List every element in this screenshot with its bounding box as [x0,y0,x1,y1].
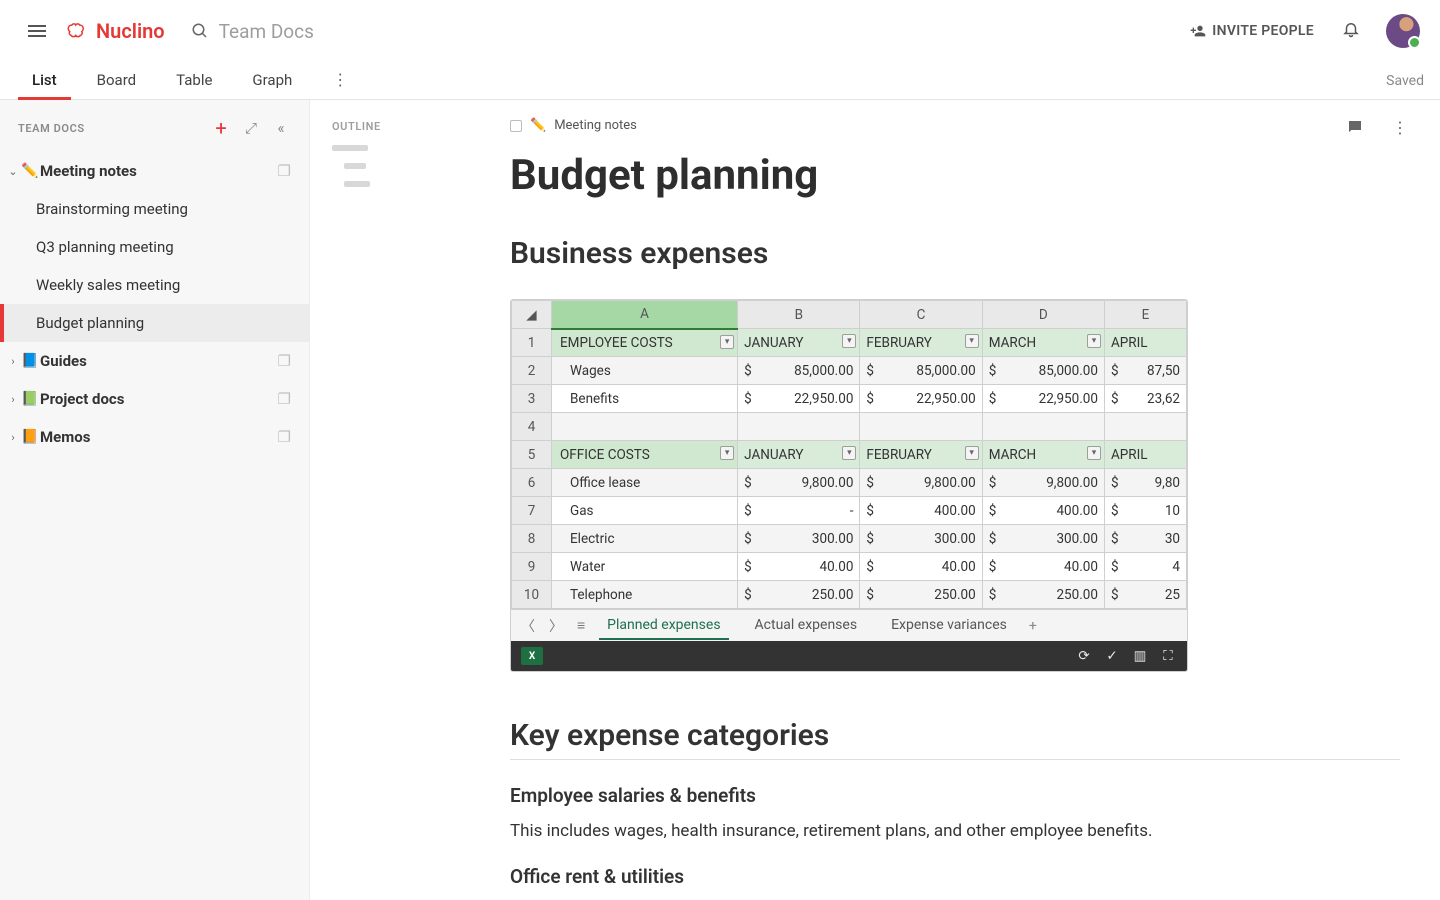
view-tab-list[interactable]: List [26,71,63,99]
copy-icon[interactable]: ❐ [278,428,291,446]
section-key-categories: Key expense categories [510,718,1400,760]
sheet-layout-button[interactable]: ▥ [1131,647,1149,665]
user-avatar[interactable] [1386,14,1420,48]
page-title: Budget planning [510,151,1400,200]
save-status: Saved [1386,73,1424,99]
search[interactable]: Team Docs [191,20,314,43]
body-salaries: This includes wages, health insurance, r… [510,821,1400,841]
sheet-add-tab-button[interactable]: + [1029,618,1037,634]
sheet-save-button[interactable]: ✓ [1103,647,1121,665]
copy-icon[interactable]: ❐ [278,352,291,370]
brain-icon [66,22,90,40]
sheet-tab-expense-variances[interactable]: Expense variances [883,612,1015,640]
sidebar-title: TEAM DOCS [18,122,85,135]
filter-icon[interactable]: ▾ [1087,446,1101,460]
section-business-expenses: Business expenses [510,236,1400,271]
comment-icon [1346,118,1364,136]
col-A[interactable]: A [552,301,738,329]
checkbox-icon [510,120,522,132]
sidebar-item-project-docs[interactable]: ›📗Project docs❐ [0,380,309,418]
expand-button[interactable]: ⤢ [241,119,261,137]
filter-icon[interactable]: ▾ [965,334,979,348]
document-content: ⋮ ✏️ Meeting notes Budget planning Busin… [420,100,1440,900]
person-add-icon [1190,23,1206,39]
app-logo[interactable]: Nuclino [66,19,165,43]
outline-panel: OUTLINE [310,100,420,900]
sheet-tab-actual-expenses[interactable]: Actual expenses [747,612,866,640]
comments-button[interactable] [1346,118,1364,140]
breadcrumb-emoji: ✏️ [530,118,546,133]
bell-icon [1342,20,1360,38]
subsection-rent: Office rent & utilities [510,865,1400,888]
search-placeholder: Team Docs [219,20,314,43]
sheet-refresh-button[interactable]: ⟳ [1075,647,1093,665]
sheet-fullscreen-button[interactable]: ⛶ [1159,647,1177,665]
view-tab-table[interactable]: Table [170,71,218,99]
col-E[interactable]: E [1104,301,1186,329]
sidebar-child-weekly-sales-meeting[interactable]: Weekly sales meeting [0,266,309,304]
col-D[interactable]: D [982,301,1104,329]
view-tab-graph[interactable]: Graph [246,71,298,99]
copy-icon[interactable]: ❐ [278,390,291,408]
sheet-next-button[interactable]: 〉 [549,616,563,636]
col-C[interactable]: C [860,301,982,329]
copy-icon[interactable]: ❐ [278,162,291,180]
breadcrumb[interactable]: ✏️ Meeting notes [510,118,1400,133]
view-more-button[interactable]: ⋮ [326,70,354,99]
chevron-icon: › [6,393,20,406]
embedded-spreadsheet[interactable]: ◢ABCDE1EMPLOYEE COSTS▾JANUARY▾FEBRUARY▾M… [510,299,1188,672]
excel-icon: X [521,647,543,665]
filter-icon[interactable]: ▾ [965,446,979,460]
sheet-prev-button[interactable]: 〈 [521,616,535,636]
filter-icon[interactable]: ▾ [720,446,734,460]
subsection-salaries: Employee salaries & benefits [510,784,1400,807]
sheet-tab-planned-expenses[interactable]: Planned expenses [599,612,728,640]
chevron-icon: › [6,355,20,368]
sidebar-child-q3-planning-meeting[interactable]: Q3 planning meeting [0,228,309,266]
filter-icon[interactable]: ▾ [1087,334,1101,348]
sidebar-item-meeting-notes[interactable]: ⌄✏️Meeting notes❐ [0,152,309,190]
app-name: Nuclino [96,19,165,43]
sidebar-item-guides[interactable]: ›📘Guides❐ [0,342,309,380]
sidebar-child-budget-planning[interactable]: Budget planning [0,304,309,342]
chevron-icon: › [6,431,20,444]
filter-icon[interactable]: ▾ [842,446,856,460]
sidebar: TEAM DOCS + ⤢ « ⌄✏️Meeting notes❐Brainst… [0,100,310,900]
breadcrumb-label: Meeting notes [554,118,637,133]
notifications-button[interactable] [1342,20,1360,42]
view-tab-board[interactable]: Board [91,71,142,99]
col-B[interactable]: B [738,301,860,329]
sidebar-child-brainstorming-meeting[interactable]: Brainstorming meeting [0,190,309,228]
menu-button[interactable] [22,19,52,43]
search-icon [191,22,209,40]
filter-icon[interactable]: ▾ [720,335,734,349]
sheet-list-button[interactable]: ≡ [577,617,585,634]
chevron-icon: ⌄ [6,165,20,178]
collapse-sidebar-button[interactable]: « [271,119,291,137]
filter-icon[interactable]: ▾ [842,334,856,348]
doc-more-button[interactable]: ⋮ [1392,118,1408,140]
outline-title: OUTLINE [332,120,406,133]
sidebar-item-memos[interactable]: ›📙Memos❐ [0,418,309,456]
add-item-button[interactable]: + [211,118,231,138]
invite-people-button[interactable]: INVITE PEOPLE [1190,23,1314,39]
